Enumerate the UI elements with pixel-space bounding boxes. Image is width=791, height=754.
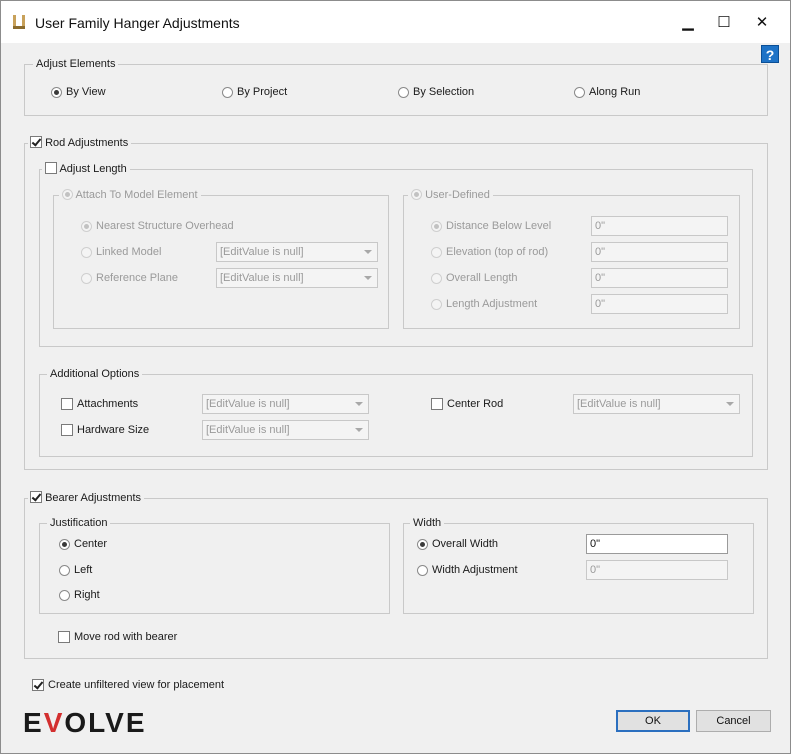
center-rod-value: [EditValue is null]: [577, 398, 661, 410]
radio-overall-width[interactable]: [417, 539, 428, 550]
distance-below-level-label: Distance Below Level: [446, 220, 552, 232]
attachments-checkbox[interactable]: [61, 398, 73, 410]
move-rod-label: Move rod with bearer: [74, 631, 178, 643]
radio-nearest-structure[interactable]: [81, 221, 92, 232]
radio-user-defined[interactable]: [411, 188, 422, 200]
chevron-down-icon: [364, 250, 372, 254]
move-rod-checkbox[interactable]: [58, 631, 70, 643]
user-defined-header: User-Defined: [408, 188, 493, 201]
center-rod-label: Center Rod: [447, 398, 504, 410]
radio-center[interactable]: [59, 539, 70, 550]
length-adjustment-input[interactable]: 0": [591, 294, 728, 314]
close-button[interactable]: ✕: [745, 9, 779, 35]
bearer-adjustments-label: Bearer Adjustments: [45, 492, 142, 504]
attachments-combo[interactable]: [EditValue is null]: [202, 394, 369, 414]
evolve-logo: EVOLVE: [23, 707, 147, 739]
radio-linked-model[interactable]: [81, 247, 92, 258]
radio-along-run[interactable]: [574, 87, 585, 98]
attach-model-group: [53, 195, 389, 329]
width-adjustment-label: Width Adjustment: [432, 564, 518, 576]
elevation-top-of-rod-input[interactable]: 0": [591, 242, 728, 262]
title-bar: User Family Hanger Adjustments ▁ ☐ ✕: [1, 1, 790, 43]
radio-elevation-top-of-rod[interactable]: [431, 247, 442, 258]
adjust-length-checkbox[interactable]: [45, 162, 57, 175]
hardware-size-checkbox[interactable]: [61, 424, 73, 436]
radio-by-selection-label: By Selection: [413, 86, 475, 98]
center-rod-checkbox[interactable]: [431, 398, 443, 410]
additional-options-group: [39, 374, 753, 457]
radio-width-adjustment[interactable]: [417, 565, 428, 576]
ok-button[interactable]: OK: [616, 710, 690, 732]
maximize-button[interactable]: ☐: [707, 9, 741, 35]
linked-model-value: [EditValue is null]: [220, 246, 304, 258]
adjust-length-label: Adjust Length: [59, 163, 127, 175]
radio-attach-model[interactable]: [62, 188, 73, 200]
radio-right-label: Right: [74, 589, 100, 601]
reference-plane-value: [EditValue is null]: [220, 272, 304, 284]
cancel-button[interactable]: Cancel: [696, 710, 771, 732]
radio-overall-length[interactable]: [431, 273, 442, 284]
attachments-label: Attachments: [77, 398, 139, 410]
elevation-top-of-rod-label: Elevation (top of rod): [446, 246, 549, 258]
width-legend: Width: [410, 517, 445, 529]
create-view-label: Create unfiltered view for placement: [48, 679, 225, 691]
length-adjustment-label: Length Adjustment: [446, 298, 538, 310]
justification-legend: Justification: [47, 517, 111, 529]
radio-left[interactable]: [59, 565, 70, 576]
dialog-window: User Family Hanger Adjustments ▁ ☐ ✕ ? A…: [0, 0, 791, 754]
radio-by-view[interactable]: [51, 87, 62, 98]
hardware-size-combo[interactable]: [EditValue is null]: [202, 420, 369, 440]
hanger-app-icon: [13, 15, 25, 29]
adjust-length-header: Adjust Length: [42, 162, 130, 176]
minimize-button[interactable]: ▁: [671, 9, 705, 35]
logo-letters-olve: OLVE: [64, 707, 147, 738]
radio-reference-plane[interactable]: [81, 273, 92, 284]
chevron-down-icon: [355, 402, 363, 406]
create-view-checkbox[interactable]: [32, 679, 44, 691]
radio-along-run-label: Along Run: [589, 86, 641, 98]
chevron-down-icon: [355, 428, 363, 432]
logo-letter-v: V: [43, 707, 65, 738]
hardware-size-label: Hardware Size: [77, 424, 150, 436]
radio-length-adjustment[interactable]: [431, 299, 442, 310]
reference-plane-combo[interactable]: [EditValue is null]: [216, 268, 378, 288]
adjust-elements-group: [24, 64, 768, 116]
attachments-value: [EditValue is null]: [206, 398, 290, 410]
user-defined-label: User-Defined: [425, 189, 490, 201]
overall-length-label: Overall Length: [446, 272, 518, 284]
linked-model-combo[interactable]: [EditValue is null]: [216, 242, 378, 262]
window-title: User Family Hanger Adjustments: [35, 15, 240, 31]
overall-width-label: Overall Width: [432, 538, 499, 550]
radio-left-label: Left: [74, 564, 93, 576]
additional-options-legend: Additional Options: [47, 368, 143, 380]
center-rod-combo[interactable]: [EditValue is null]: [573, 394, 740, 414]
help-icon[interactable]: ?: [761, 45, 779, 63]
rod-adjustments-label: Rod Adjustments: [45, 137, 129, 149]
radio-by-view-label: By View: [66, 86, 106, 98]
distance-below-level-input[interactable]: 0": [591, 216, 728, 236]
chevron-down-icon: [364, 276, 372, 280]
radio-distance-below-level[interactable]: [431, 221, 442, 232]
radio-by-project[interactable]: [222, 87, 233, 98]
chevron-down-icon: [726, 402, 734, 406]
overall-width-input[interactable]: 0": [586, 534, 728, 554]
radio-right[interactable]: [59, 590, 70, 601]
attach-model-label: Attach To Model Element: [75, 189, 198, 201]
overall-length-input[interactable]: 0": [591, 268, 728, 288]
width-adjustment-input[interactable]: 0": [586, 560, 728, 580]
adjust-elements-legend: Adjust Elements: [33, 58, 119, 70]
bearer-adjustments-checkbox[interactable]: [30, 491, 42, 504]
hardware-size-value: [EditValue is null]: [206, 424, 290, 436]
radio-by-project-label: By Project: [237, 86, 288, 98]
logo-letter-e: E: [23, 707, 44, 738]
radio-by-selection[interactable]: [398, 87, 409, 98]
radio-center-label: Center: [74, 538, 108, 550]
rod-adjustments-checkbox[interactable]: [30, 136, 42, 149]
bearer-adjustments-header: Bearer Adjustments: [28, 491, 145, 505]
linked-model-label: Linked Model: [96, 246, 162, 258]
attach-model-header: Attach To Model Element: [59, 188, 201, 201]
nearest-structure-label: Nearest Structure Overhead: [96, 220, 234, 232]
reference-plane-label: Reference Plane: [96, 272, 178, 284]
rod-adjustments-header: Rod Adjustments: [28, 136, 132, 150]
